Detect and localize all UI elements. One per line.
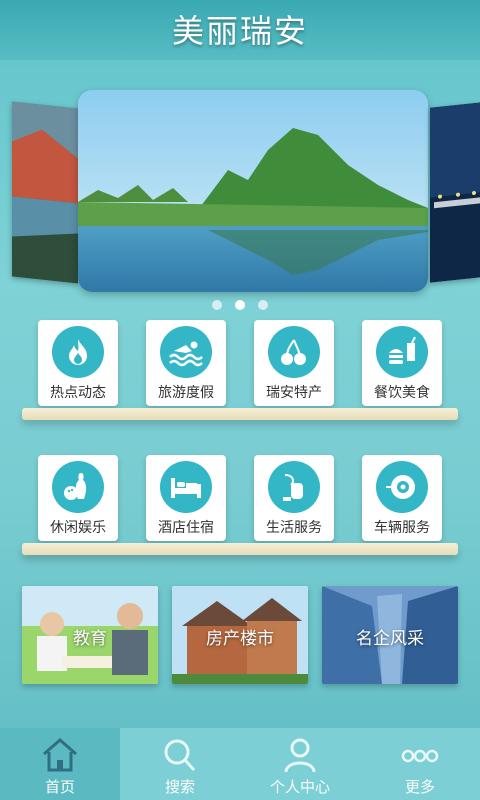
tile-vehicle-services[interactable]: 车辆服务 (362, 455, 442, 541)
search-icon (160, 736, 200, 774)
karst-landscape-image (78, 90, 428, 292)
tab-label: 更多 (404, 778, 435, 796)
tile-label: 生活服务 (266, 520, 322, 536)
pagination-dot[interactable] (258, 300, 269, 310)
tile-label: 休闲娱乐 (50, 520, 106, 536)
tab-home[interactable]: 首页 (0, 728, 120, 800)
tile-label: 酒店住宿 (158, 520, 214, 536)
carousel-slide-current[interactable] (78, 90, 428, 292)
tire-icon (376, 461, 428, 513)
vacuum-icon (268, 461, 320, 513)
tile-hotel[interactable]: 酒店住宿 (146, 455, 226, 541)
flame-icon (52, 326, 104, 378)
bottom-tab-bar: 首页 搜索 个人中心 更多 (0, 728, 480, 800)
carousel-pagination (0, 295, 480, 311)
swimmer-icon (160, 326, 212, 378)
image-carousel[interactable] (0, 80, 480, 300)
carousel-slide-next[interactable] (430, 102, 480, 283)
home-icon (40, 736, 80, 774)
tile-label: 瑞安特产 (266, 385, 322, 401)
tile-hot-news[interactable]: 热点动态 (38, 320, 118, 406)
tile-food[interactable]: 餐饮美食 (362, 320, 442, 406)
burger-drink-icon (376, 326, 428, 378)
user-icon (280, 736, 320, 774)
tab-more[interactable]: 更多 (360, 728, 480, 800)
banner-label: 房产楼市 (206, 629, 274, 649)
tile-label: 旅游度假 (158, 385, 214, 401)
banner-label: 教育 (73, 629, 107, 649)
banner-real-estate[interactable]: 房产楼市 (172, 586, 308, 684)
shelf-row-1 (22, 408, 458, 420)
tab-label: 个人中心 (269, 778, 330, 796)
cherry-icon (268, 326, 320, 378)
city-bridge-night-image (430, 102, 480, 283)
tile-local-specialty[interactable]: 瑞安特产 (254, 320, 334, 406)
banner-enterprises[interactable]: 名企风采 (322, 586, 458, 684)
banner-label: 名企风采 (356, 629, 424, 649)
tab-label: 首页 (44, 778, 75, 796)
banner-education[interactable]: 教育 (22, 586, 158, 684)
tile-label: 热点动态 (50, 385, 106, 401)
tab-profile[interactable]: 个人中心 (240, 728, 360, 800)
lake-mountain-image (12, 101, 78, 284)
pagination-dot-active[interactable] (235, 300, 245, 310)
app-screen: 美丽瑞安 热点动态 旅游度假 瑞安特产 餐饮美食 休闲娱乐 酒店住宿 生活服务 … (0, 0, 480, 800)
bowling-icon (52, 461, 104, 513)
tile-label: 餐饮美食 (374, 385, 430, 401)
bed-icon (160, 461, 212, 513)
carousel-slide-prev[interactable] (12, 101, 78, 284)
shelf-row-2 (22, 543, 458, 555)
tile-travel[interactable]: 旅游度假 (146, 320, 226, 406)
tab-search[interactable]: 搜索 (120, 728, 240, 800)
tile-leisure[interactable]: 休闲娱乐 (38, 455, 118, 541)
tile-label: 车辆服务 (374, 520, 430, 536)
more-icon (400, 736, 440, 774)
pagination-dot[interactable] (211, 300, 222, 310)
page-title: 美丽瑞安 (171, 12, 308, 50)
tab-label: 搜索 (164, 778, 195, 796)
tile-life-services[interactable]: 生活服务 (254, 455, 334, 541)
header: 美丽瑞安 (0, 0, 480, 60)
